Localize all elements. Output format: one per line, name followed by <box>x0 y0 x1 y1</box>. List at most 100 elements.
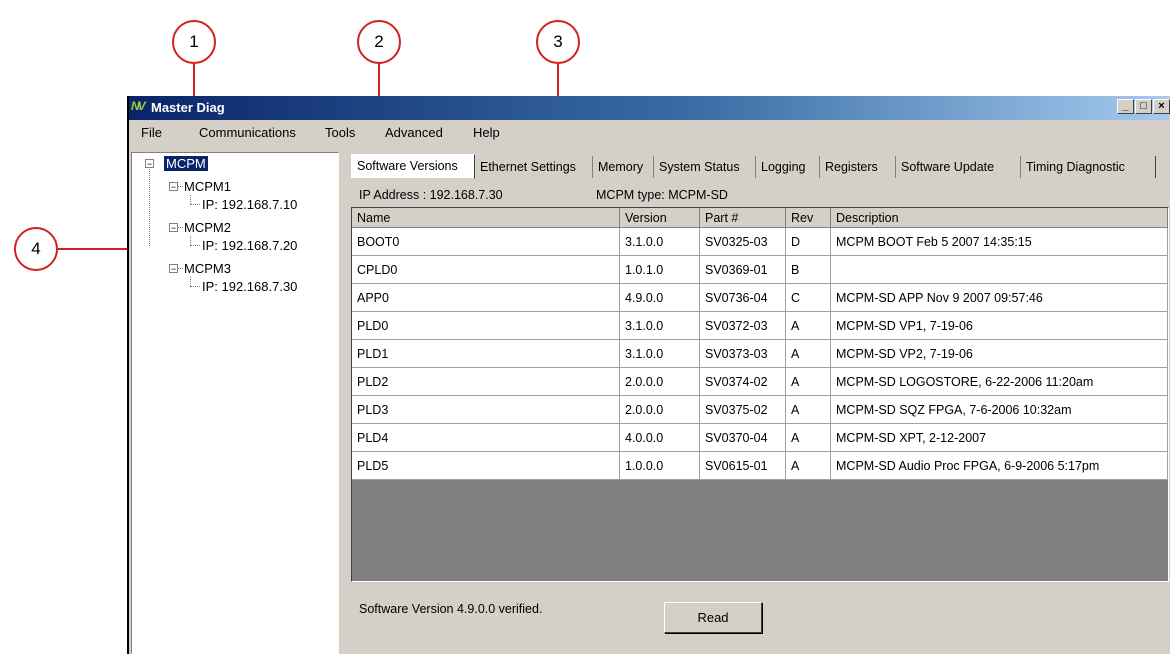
menu-communications[interactable]: Communications <box>199 125 296 140</box>
cell-part: SV0325-03 <box>700 228 786 256</box>
tree-node-mcpm[interactable]: MCPM <box>164 156 208 171</box>
cell-description: MCPM-SD VP1, 7-19-06 <box>831 312 1168 340</box>
table-row[interactable]: PLD3 2.0.0.0 SV0375-02 A MCPM-SD SQZ FPGA, 7… <box>352 396 1168 424</box>
cell-rev: D <box>786 228 831 256</box>
mcpm-type-label: MCPM type: MCPM-SD <box>596 188 728 202</box>
table-row[interactable]: CPLD0 1.0.1.0 SV0369-01 B <box>352 256 1168 284</box>
menu-bar: File Communications Tools Advanced Help <box>129 120 1170 144</box>
table-header: Name Version Part # Rev Description <box>352 208 1168 228</box>
tree-node-mcpm3[interactable]: MCPM3 <box>184 261 231 276</box>
tree-node-ip-2[interactable]: IP: 192.168.7.20 <box>202 238 297 253</box>
callout-3: 3 <box>536 20 580 64</box>
tree-node-mcpm2[interactable]: MCPM2 <box>184 220 231 235</box>
cell-version: 2.0.0.0 <box>620 368 700 396</box>
cell-version: 1.0.0.0 <box>620 452 700 480</box>
tree-connector <box>190 236 191 245</box>
cell-description: MCPM-SD SQZ FPGA, 7-6-2006 10:32am <box>831 396 1168 424</box>
cell-part: SV0615-01 <box>700 452 786 480</box>
cell-part: SV0370-04 <box>700 424 786 452</box>
tree-connector <box>190 286 200 287</box>
close-button[interactable]: × <box>1153 99 1170 114</box>
tab-software-update[interactable]: Software Update <box>896 156 1021 178</box>
cell-rev: A <box>786 312 831 340</box>
column-header-part[interactable]: Part # <box>700 208 786 228</box>
column-header-rev[interactable]: Rev <box>786 208 831 228</box>
cell-version: 2.0.0.0 <box>620 396 700 424</box>
tab-logging[interactable]: Logging <box>756 156 820 178</box>
cell-version: 4.9.0.0 <box>620 284 700 312</box>
tree-connector <box>178 227 183 228</box>
tree-node-ip-1[interactable]: IP: 192.168.7.10 <box>202 197 297 212</box>
cell-name: PLD1 <box>352 340 620 368</box>
tab-ethernet-settings[interactable]: Ethernet Settings <box>475 156 593 178</box>
maximize-button[interactable]: □ <box>1135 99 1152 114</box>
cell-description: MCPM-SD LOGOSTORE, 6-22-2006 11:20am <box>831 368 1168 396</box>
tree-connector <box>149 169 150 246</box>
callout-label: 3 <box>553 32 563 51</box>
tab-registers[interactable]: Registers <box>820 156 896 178</box>
cell-part: SV0736-04 <box>700 284 786 312</box>
cell-name: BOOT0 <box>352 228 620 256</box>
tree-connector <box>178 268 183 269</box>
cell-rev: A <box>786 368 831 396</box>
cell-part: SV0373-03 <box>700 340 786 368</box>
cell-rev: A <box>786 424 831 452</box>
software-versions-table: Name Version Part # Rev Description BOOT… <box>351 207 1169 582</box>
callout-label: 2 <box>374 32 384 51</box>
column-header-name[interactable]: Name <box>352 208 620 228</box>
tree-connector <box>178 186 183 187</box>
tab-system-status[interactable]: System Status <box>654 156 756 178</box>
cell-name: PLD4 <box>352 424 620 452</box>
table-row[interactable]: PLD2 2.0.0.0 SV0374-02 A MCPM-SD LOGOSTORE, … <box>352 368 1168 396</box>
read-button[interactable]: Read <box>664 602 762 633</box>
tree-node-ip-3[interactable]: IP: 192.168.7.30 <box>202 279 297 294</box>
cell-rev: A <box>786 396 831 424</box>
menu-help[interactable]: Help <box>473 125 500 140</box>
cell-description: MCPM-SD VP2, 7-19-06 <box>831 340 1168 368</box>
window-title: Master Diag <box>151 100 225 115</box>
cell-name: PLD2 <box>352 368 620 396</box>
cell-part: SV0372-03 <box>700 312 786 340</box>
tab-software-versions[interactable]: Software Versions <box>351 154 475 179</box>
cell-description: MCPM-SD APP Nov 9 2007 09:57:46 <box>831 284 1168 312</box>
tree-connector <box>190 245 200 246</box>
cell-part: SV0369-01 <box>700 256 786 284</box>
tab-memory[interactable]: Memory <box>593 156 654 178</box>
table-row[interactable]: BOOT0 3.1.0.0 SV0325-03 D MCPM BOOT Feb 5 20… <box>352 228 1168 256</box>
cell-version: 3.1.0.0 <box>620 228 700 256</box>
cell-version: 4.0.0.0 <box>620 424 700 452</box>
table-row[interactable]: PLD4 4.0.0.0 SV0370-04 A MCPM-SD XPT, 2-12-2… <box>352 424 1168 452</box>
table-row[interactable]: APP0 4.9.0.0 SV0736-04 C MCPM-SD APP Nov 9 2… <box>352 284 1168 312</box>
tab-timing-diagnostic[interactable]: Timing Diagnostic <box>1021 156 1156 178</box>
menu-advanced[interactable]: Advanced <box>385 125 443 140</box>
callout-1: 1 <box>172 20 216 64</box>
ip-address-label: IP Address : 192.168.7.30 <box>359 188 503 202</box>
cell-name: PLD5 <box>352 452 620 480</box>
column-header-description[interactable]: Description <box>831 208 1168 228</box>
cell-rev: B <box>786 256 831 284</box>
collapse-icon[interactable]: − <box>169 182 178 192</box>
cell-rev: C <box>786 284 831 312</box>
cell-name: PLD3 <box>352 396 620 424</box>
tree-connector <box>190 277 191 286</box>
tree-node-mcpm1[interactable]: MCPM1 <box>184 179 231 194</box>
cell-description: MCPM-SD XPT, 2-12-2007 <box>831 424 1168 452</box>
table-row[interactable]: PLD5 1.0.0.0 SV0615-01 A MCPM-SD Audio Proc … <box>352 452 1168 480</box>
table-row[interactable]: PLD0 3.1.0.0 SV0372-03 A MCPM-SD VP1, 7-19-0… <box>352 312 1168 340</box>
minimize-button[interactable]: _ <box>1117 99 1134 114</box>
cell-part: SV0375-02 <box>700 396 786 424</box>
column-header-version[interactable]: Version <box>620 208 700 228</box>
status-message: Software Version 4.9.0.0 verified. <box>359 602 543 616</box>
cell-rev: A <box>786 340 831 368</box>
table-row[interactable]: PLD1 3.1.0.0 SV0373-03 A MCPM-SD VP2, 7-19-0… <box>352 340 1168 368</box>
tree-connector <box>190 195 191 204</box>
title-bar[interactable]: NV Master Diag _ □ × <box>129 96 1170 120</box>
cell-name: PLD0 <box>352 312 620 340</box>
collapse-icon[interactable]: − <box>169 264 178 274</box>
master-diag-window: NV Master Diag _ □ × File Communications… <box>127 96 1170 654</box>
collapse-icon[interactable]: − <box>145 159 154 169</box>
collapse-icon[interactable]: − <box>169 223 178 233</box>
menu-file[interactable]: File <box>141 125 162 140</box>
device-tree: − MCPM − MCPM1 IP: 192.168.7.10 − MCPM2 … <box>131 152 339 654</box>
menu-tools[interactable]: Tools <box>325 125 355 140</box>
